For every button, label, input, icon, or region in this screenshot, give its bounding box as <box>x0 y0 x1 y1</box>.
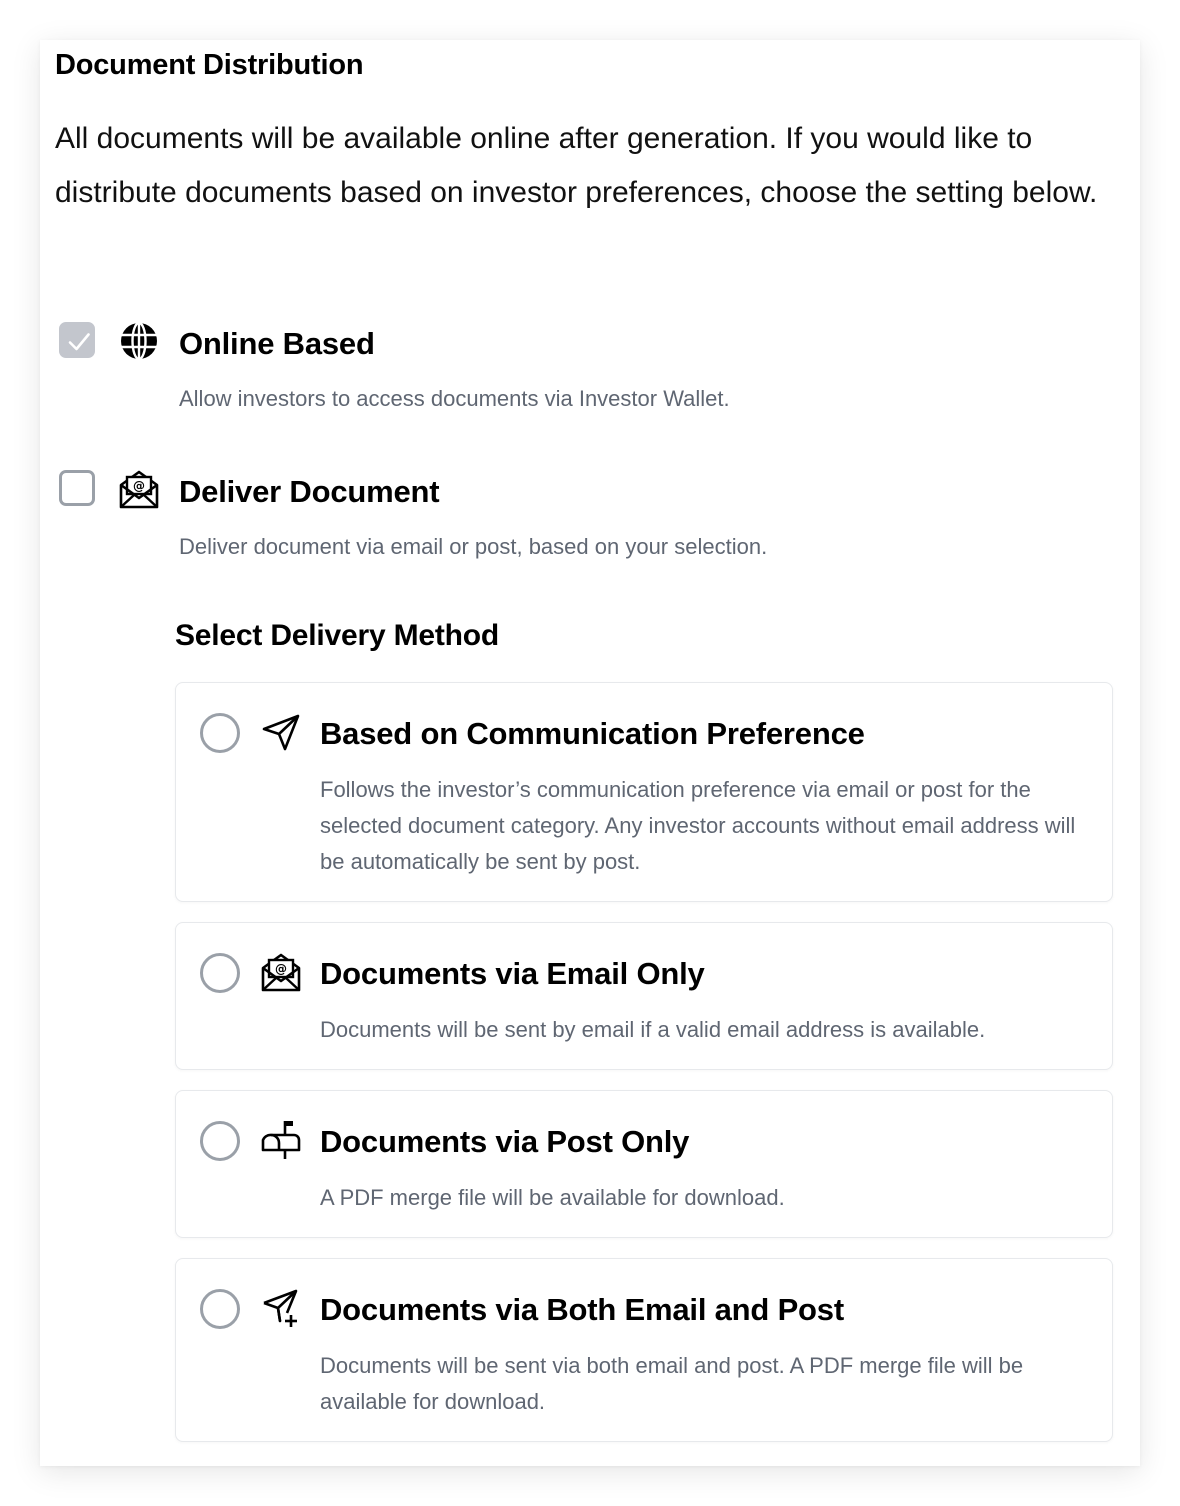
communication-preference-description: Follows the investor’s communication pre… <box>320 777 1076 874</box>
send-icon <box>262 714 300 751</box>
delivery-method-post-only[interactable]: Documents via Post Only A PDF merge file… <box>175 1090 1113 1238</box>
delivery-method-email-only[interactable]: @ Documents via Email Only Documents wil… <box>175 922 1113 1070</box>
email-and-post-radio[interactable] <box>200 1289 240 1329</box>
email-envelope-icon: @ <box>119 470 159 509</box>
document-distribution-card: Document Distribution All documents will… <box>40 40 1140 1466</box>
section-intro: All documents will be available online a… <box>55 122 1098 209</box>
email-only-radio[interactable] <box>200 953 240 993</box>
mailbox-icon <box>261 1121 301 1159</box>
communication-preference-radio[interactable] <box>200 713 240 753</box>
email-only-description: Documents will be sent by email if a val… <box>320 1017 986 1042</box>
communication-preference-title: Based on Communication Preference <box>320 716 865 751</box>
email-and-post-title: Documents via Both Email and Post <box>320 1292 844 1327</box>
delivery-method-email-and-post[interactable]: Documents via Both Email and Post Docume… <box>175 1258 1113 1442</box>
post-only-title: Documents via Post Only <box>320 1124 690 1159</box>
deliver-document-description: Deliver document via email or post, base… <box>179 534 768 559</box>
send-plus-icon <box>263 1289 298 1327</box>
online-based-title: Online Based <box>179 326 375 361</box>
post-only-radio[interactable] <box>200 1121 240 1161</box>
online-based-checkbox[interactable] <box>59 322 95 358</box>
svg-text:@: @ <box>275 962 287 976</box>
email-only-title: Documents via Email Only <box>320 956 705 991</box>
email-and-post-description: Documents will be sent via both email an… <box>320 1353 1024 1414</box>
post-only-description: A PDF merge file will be available for d… <box>320 1185 785 1210</box>
online-based-description: Allow investors to access documents via … <box>179 386 730 411</box>
email-envelope-icon: @ <box>261 953 301 992</box>
section-title: Document Distribution <box>55 49 364 81</box>
svg-text:@: @ <box>133 479 145 493</box>
delivery-method-communication-preference[interactable]: Based on Communication Preference Follow… <box>175 682 1113 902</box>
delivery-method-title: Select Delivery Method <box>175 619 500 652</box>
deliver-document-title: Deliver Document <box>179 474 440 509</box>
checkmark-icon <box>68 333 90 351</box>
globe-icon <box>121 321 157 361</box>
deliver-document-checkbox[interactable] <box>59 470 95 506</box>
